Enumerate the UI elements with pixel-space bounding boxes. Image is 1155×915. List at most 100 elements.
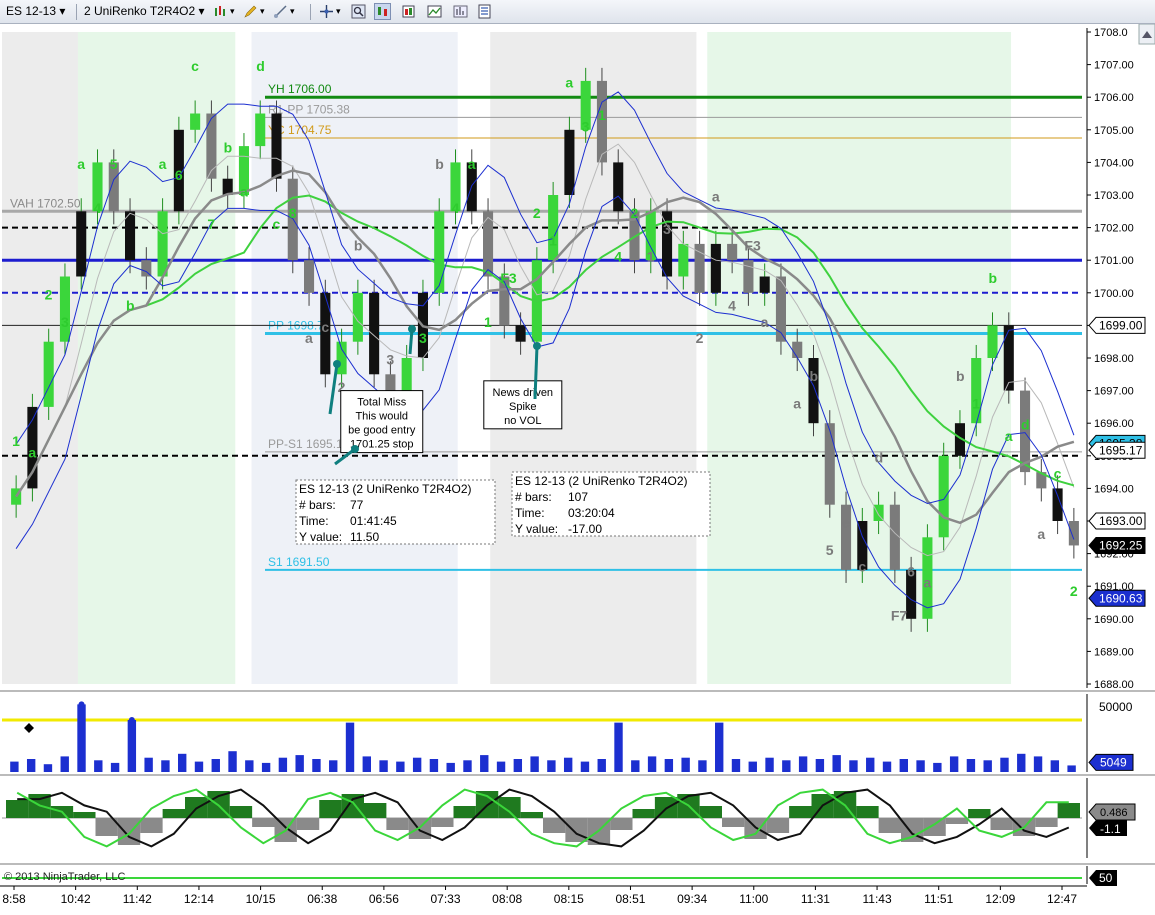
oscillator-bar <box>990 818 1013 830</box>
volume-last-label: 5049 <box>1100 755 1127 769</box>
candle-body <box>190 113 201 130</box>
wave-label: 2 <box>533 205 541 221</box>
properties-icon[interactable] <box>476 3 493 20</box>
bar-style-dropdown-icon[interactable]: ▾ <box>230 3 235 20</box>
annotation-text: News driven <box>493 387 554 399</box>
oscillator-bar <box>73 812 96 818</box>
level-label: S1 1691.50 <box>268 555 330 569</box>
arrow-head <box>533 342 541 350</box>
candle-body <box>125 211 136 261</box>
candle-body <box>759 276 770 293</box>
bar-style-icon[interactable] <box>212 3 229 20</box>
time-tick-label: 11:43 <box>862 892 891 906</box>
oscillator-bar <box>296 818 320 830</box>
time-tick-label: 10/15 <box>246 892 276 906</box>
level-label: VAH 1702.50 <box>10 196 81 210</box>
wave-label: a <box>761 314 769 330</box>
oscillator-bar <box>364 803 387 818</box>
oscillator-bar <box>386 818 409 830</box>
copyright-text: © 2013 NinjaTrader, LLC <box>4 871 125 883</box>
wave-label: 2 <box>1070 583 1078 599</box>
candle-body <box>434 211 445 293</box>
strategies-icon[interactable] <box>452 3 469 20</box>
wave-label: 4 <box>614 249 622 265</box>
oscillator-panel: 0.486 -1.1 <box>0 774 1155 858</box>
oscillator-bar <box>878 818 901 833</box>
instrument-selector[interactable]: ES 12-13 ▾ <box>6 3 65 20</box>
time-tick-label: 08:15 <box>554 892 584 906</box>
time-axis: 8:58 10:42 11:42 12:14 10/15 06:38 06:56 07:33 0… <box>0 885 1087 906</box>
wave-label: a <box>1037 526 1045 542</box>
price-tick-label: 1690.00 <box>1094 614 1134 626</box>
annotation-text: Total Miss <box>357 397 406 409</box>
time-tick-label: 09:34 <box>677 892 707 906</box>
price-tick-label: 1697.00 <box>1094 386 1134 398</box>
oscillator-bar <box>229 806 253 818</box>
session-shading <box>490 32 697 684</box>
time-tick-label: 06:56 <box>369 892 399 906</box>
wave-label: a <box>565 74 573 90</box>
price-tick-label: 1705.00 <box>1094 125 1134 137</box>
wave-label: 3 <box>663 221 671 237</box>
indicators-icon[interactable] <box>426 3 443 20</box>
candle-body <box>352 292 363 342</box>
candle-body <box>824 423 835 505</box>
candle-body <box>889 504 900 570</box>
wave-label: 2 <box>45 286 53 302</box>
wave-label: c <box>273 216 281 232</box>
drawing-dropdown-icon[interactable]: ▾ <box>290 3 295 20</box>
candle-body <box>76 211 87 277</box>
candle-body <box>255 113 266 147</box>
price-panel[interactable]: 1688.001689.001690.001691.001692.001693.… <box>2 24 1155 691</box>
oscillator-bar <box>1057 803 1080 818</box>
oscillator-bar <box>453 806 476 818</box>
crosshair-icon[interactable] <box>318 3 335 20</box>
drawing-tools-icon[interactable] <box>272 3 289 20</box>
crosshair-dropdown-icon[interactable]: ▾ <box>336 3 341 20</box>
oscillator-bar <box>699 806 722 818</box>
chart-toolbar: ES 12-13 ▾ 2 UniRenko T2R4O2 ▾ ▾ ▾ ▾ ▾ <box>0 0 1155 24</box>
toolbar-separator <box>310 4 311 20</box>
candle-body <box>304 260 315 293</box>
wave-label: 3 <box>61 314 69 330</box>
oscillator-bar <box>945 818 969 824</box>
pencil-dropdown-icon[interactable]: ▾ <box>260 3 265 20</box>
time-tick-label: 11:31 <box>801 892 830 906</box>
volume-spike-dot <box>78 701 85 708</box>
oscillator-bar <box>140 818 163 833</box>
volume-marker-diamond <box>24 723 34 733</box>
wave-label: b <box>126 298 135 314</box>
wave-label: a <box>468 156 476 172</box>
bar-type-selector[interactable]: 2 UniRenko T2R4O2 ▾ <box>84 3 205 20</box>
measure-title: ES 12-13 (2 UniRenko T2R4O2) <box>515 474 688 488</box>
candle-body <box>694 243 705 293</box>
volume-scale-label: 50000 <box>1099 700 1133 714</box>
magnifier-icon[interactable] <box>350 3 367 20</box>
wave-label: 1 <box>484 314 492 330</box>
price-marker-label: 1699.00 <box>1099 318 1143 332</box>
wave-label: 4 <box>94 200 102 216</box>
oscillator-bar <box>1035 818 1058 827</box>
candle-body <box>336 341 347 375</box>
measure-row-label: Time: <box>515 506 545 520</box>
time-tick-label: 11:42 <box>123 892 152 906</box>
arrow-shaft <box>533 345 539 400</box>
price-marker-label: 1690.63 <box>1099 591 1143 605</box>
data-box-icon[interactable] <box>400 3 417 20</box>
price-tick-label: 1700.00 <box>1094 288 1134 300</box>
toolbar-separator <box>76 4 77 20</box>
measure-row-value: 11.50 <box>350 530 379 544</box>
wave-label: 8 <box>289 205 297 221</box>
wave-label: 5 <box>110 156 118 172</box>
chart-area[interactable]: 1688.001689.001690.001691.001692.001693.… <box>0 24 1155 915</box>
time-tick-label: 12:14 <box>184 892 214 906</box>
candle-body <box>678 243 689 277</box>
pencil-icon[interactable] <box>242 3 259 20</box>
price-tick-label: 1689.00 <box>1094 646 1134 658</box>
annotation-text: be good entry <box>348 425 416 437</box>
session-shading <box>2 32 78 684</box>
wave-label: b <box>435 156 444 172</box>
chart-style-icon[interactable] <box>374 3 391 20</box>
wave-label: F3 <box>500 270 517 286</box>
level-label: PP-S1 1695.12 <box>268 437 350 451</box>
